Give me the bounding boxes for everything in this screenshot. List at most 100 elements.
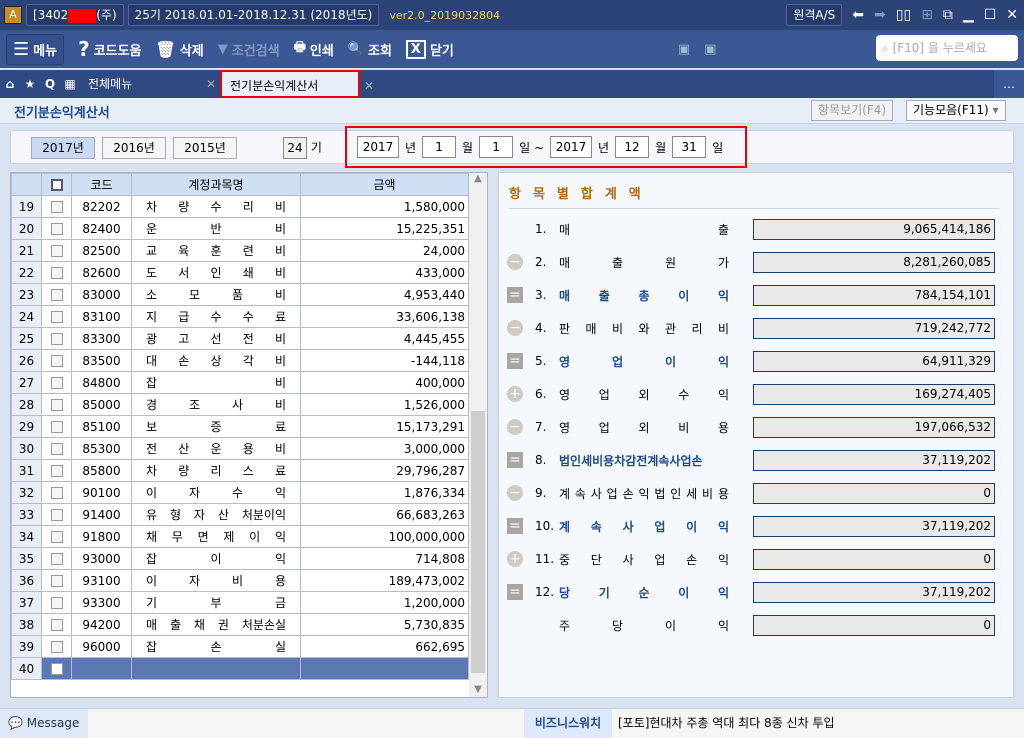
company-selector[interactable]: [3402 (주) — [26, 4, 124, 26]
account-name[interactable]: 차 량 리 스 료 — [131, 459, 301, 482]
account-name[interactable]: 기 부 금 — [131, 591, 301, 614]
amount[interactable]: 1,876,334 — [300, 481, 469, 504]
account-name[interactable]: 도 서 인 쇄 비 — [131, 261, 301, 284]
row-checkbox[interactable] — [41, 613, 72, 636]
row-checkbox[interactable] — [41, 503, 72, 526]
account-name[interactable]: 이 자 수 익 — [131, 481, 301, 504]
account-code[interactable] — [71, 657, 132, 680]
amount[interactable]: 400,000 — [300, 371, 469, 394]
account-name[interactable]: 보 증 료 — [131, 415, 301, 438]
account-code[interactable]: 90100 — [71, 481, 132, 504]
more-tabs-icon[interactable]: … — [994, 70, 1024, 98]
home-icon[interactable]: ⌂ — [0, 70, 20, 98]
scroll-thumb[interactable] — [471, 411, 485, 673]
account-name[interactable]: 유 형 자 산 처분이익 — [131, 503, 301, 526]
row-checkbox[interactable] — [41, 591, 72, 614]
vertical-scrollbar[interactable]: ▲ ▼ — [469, 173, 487, 697]
account-name[interactable] — [131, 657, 301, 680]
account-code[interactable]: 93100 — [71, 569, 132, 592]
account-name[interactable]: 이 자 비 용 — [131, 569, 301, 592]
row-checkbox[interactable] — [41, 239, 72, 262]
account-code[interactable]: 93000 — [71, 547, 132, 570]
account-code[interactable]: 83500 — [71, 349, 132, 372]
account-code[interactable]: 83300 — [71, 327, 132, 350]
star-icon[interactable]: ★ — [20, 70, 40, 98]
from-month-input[interactable]: 1 — [422, 136, 457, 158]
row-checkbox[interactable] — [41, 217, 72, 240]
table-row[interactable]: 35 93000 잡 이 익 714,808 — [11, 547, 469, 570]
amount[interactable]: 433,000 — [300, 261, 469, 284]
account-code[interactable]: 94200 — [71, 613, 132, 636]
row-checkbox[interactable] — [41, 371, 72, 394]
row-checkbox[interactable] — [41, 525, 72, 548]
amount[interactable] — [300, 657, 469, 680]
code-help-button[interactable]: ? 코드도움 — [78, 37, 141, 61]
maximize-icon[interactable]: ☐ — [984, 7, 997, 23]
table-row[interactable]: 19 82202 차 량 수 리 비 1,580,000 — [11, 195, 469, 218]
delete-button[interactable]: 🗑 삭제 — [156, 40, 204, 59]
calendar-icon[interactable]: ▦ — [60, 70, 80, 98]
functions-dropdown[interactable]: 기능모음(F11) ▾ — [906, 100, 1006, 121]
table-row[interactable]: 27 84800 잡 비 400,000 — [11, 371, 469, 394]
year-2016-button[interactable]: 2016년 — [102, 137, 166, 159]
account-code[interactable]: 82400 — [71, 217, 132, 240]
amount[interactable]: 1,580,000 — [300, 195, 469, 218]
amount[interactable]: 714,808 — [300, 547, 469, 570]
row-checkbox[interactable] — [41, 305, 72, 328]
amount[interactable]: 4,953,440 — [300, 283, 469, 306]
window-icon[interactable]: ⧉ — [943, 7, 953, 23]
forward-arrow-icon[interactable]: ➡ — [874, 7, 886, 23]
table-row[interactable]: 22 82600 도 서 인 쇄 비 433,000 — [11, 261, 469, 284]
row-checkbox[interactable] — [41, 195, 72, 218]
account-code[interactable]: 85300 — [71, 437, 132, 460]
back-arrow-icon[interactable]: ⬅ — [852, 7, 864, 23]
business-watch-label[interactable]: 비즈니스워치 — [524, 709, 612, 738]
account-code[interactable]: 91800 — [71, 525, 132, 548]
year-2017-button[interactable]: 2017년 — [31, 137, 95, 159]
row-checkbox[interactable] — [41, 547, 72, 570]
account-code[interactable]: 85800 — [71, 459, 132, 482]
table-row[interactable]: 32 90100 이 자 수 익 1,876,334 — [11, 481, 469, 504]
table-row[interactable]: 31 85800 차 량 리 스 료 29,796,287 — [11, 459, 469, 482]
to-year-input[interactable]: 2017 — [550, 136, 593, 158]
row-checkbox[interactable] — [41, 635, 72, 658]
q-search-icon[interactable]: Q — [40, 70, 60, 98]
row-checkbox[interactable] — [41, 327, 72, 350]
amount[interactable]: 1,526,000 — [300, 393, 469, 416]
amount[interactable]: 15,225,351 — [300, 217, 469, 240]
account-code[interactable]: 83100 — [71, 305, 132, 328]
account-name[interactable]: 차 량 수 리 비 — [131, 195, 301, 218]
minimize-icon[interactable]: ▁ — [963, 7, 974, 23]
amount[interactable]: 5,730,835 — [300, 613, 469, 636]
row-checkbox[interactable] — [41, 415, 72, 438]
select-all-checkbox[interactable] — [41, 173, 72, 196]
row-checkbox[interactable] — [41, 657, 72, 680]
table-row[interactable]: 38 94200 매 출 채 권 처분손실 5,730,835 — [11, 613, 469, 636]
layout-icon-2[interactable]: ▣ — [704, 42, 716, 57]
tab-all-menu[interactable]: 전체메뉴 ✕ — [80, 70, 220, 98]
to-month-input[interactable]: 12 — [615, 136, 650, 158]
account-name[interactable]: 경 조 사 비 — [131, 393, 301, 416]
account-code[interactable]: 83000 — [71, 283, 132, 306]
table-row[interactable]: 26 83500 대 손 상 각 비 -144,118 — [11, 349, 469, 372]
account-code[interactable]: 84800 — [71, 371, 132, 394]
scroll-up-icon[interactable]: ▲ — [469, 173, 487, 184]
amount[interactable]: 66,683,263 — [300, 503, 469, 526]
account-code[interactable]: 91400 — [71, 503, 132, 526]
account-code[interactable]: 85000 — [71, 393, 132, 416]
account-name[interactable]: 잡 이 익 — [131, 547, 301, 570]
table-row[interactable]: 33 91400 유 형 자 산 처분이익 66,683,263 — [11, 503, 469, 526]
menu-button[interactable]: ☰ 메뉴 — [6, 33, 65, 65]
news-ticker[interactable]: [포토]현대차 주총 역대 최다 8종 신차 투입 — [618, 709, 835, 737]
row-checkbox[interactable] — [41, 393, 72, 416]
tab-prior-income-statement[interactable]: 전기분손익계산서 ✕ — [220, 70, 374, 98]
from-year-input[interactable]: 2017 — [357, 136, 399, 158]
table-row[interactable]: 40 — [11, 657, 469, 680]
to-day-input[interactable]: 31 — [672, 136, 707, 158]
table-row[interactable]: 21 82500 교 육 훈 련 비 24,000 — [11, 239, 469, 262]
account-name[interactable]: 광 고 선 전 비 — [131, 327, 301, 350]
close-button[interactable]: X 닫기 — [405, 39, 454, 59]
amount[interactable]: 33,606,138 — [300, 305, 469, 328]
amount[interactable]: 29,796,287 — [300, 459, 469, 482]
amount[interactable]: -144,118 — [300, 349, 469, 372]
